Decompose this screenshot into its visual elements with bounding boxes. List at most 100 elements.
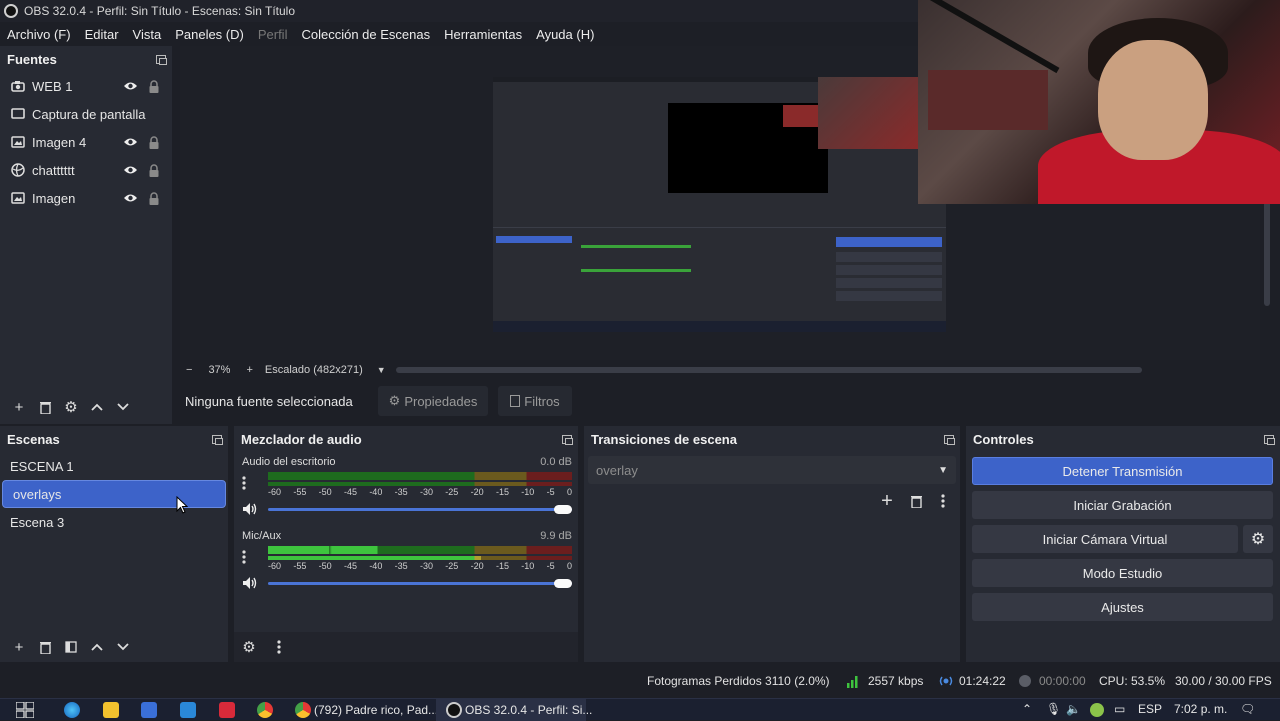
scenes-dock: Escenas ESCENA 1 overlays Escena 3 + (0, 426, 228, 662)
move-up-icon[interactable] (84, 396, 110, 418)
audio-mixer-dock: Mezclador de audio Audio del escritorio … (234, 426, 578, 662)
obs-logo-icon (4, 4, 18, 18)
move-down-icon[interactable] (110, 396, 136, 418)
source-item-imagen[interactable]: Imagen (0, 184, 172, 212)
start-recording-button[interactable]: Iniciar Grabación (972, 491, 1273, 519)
start-virtual-camera-button[interactable]: Iniciar Cámara Virtual (972, 525, 1238, 553)
undock-icon[interactable] (944, 434, 955, 445)
menu-editar[interactable]: Editar (78, 27, 126, 42)
mixer-menu-icon[interactable] (277, 640, 281, 657)
zoom-out-icon[interactable]: − (186, 364, 192, 376)
scene-move-down-icon[interactable] (110, 636, 136, 658)
virtual-camera-gear-icon[interactable]: ⚙ (1243, 525, 1273, 553)
volume-slider[interactable] (268, 582, 572, 585)
windows-taskbar: (792) Padre rico, Pad... OBS 32.0.4 - Pe… (0, 698, 1280, 721)
undock-icon[interactable] (1264, 434, 1275, 445)
chrome-window-label[interactable]: (792) Padre rico, Pad... (314, 703, 438, 717)
add-source-icon[interactable]: + (6, 396, 32, 418)
volume-slider-knob[interactable] (554, 579, 572, 588)
studio-mode-button[interactable]: Modo Estudio (972, 559, 1273, 587)
edge-icon[interactable] (64, 702, 80, 718)
undock-icon[interactable] (156, 54, 167, 65)
visibility-eye-icon[interactable] (122, 165, 138, 175)
obs-window-label[interactable]: OBS 32.0.4 - Perfil: Si... (465, 703, 592, 717)
lock-icon[interactable] (146, 191, 162, 205)
stop-streaming-button[interactable]: Detener Transmisión (972, 457, 1273, 485)
transition-select-value: overlay (596, 462, 638, 478)
mail-icon[interactable] (180, 702, 196, 718)
menu-archivo[interactable]: Archivo (F) (0, 27, 78, 42)
add-transition-icon[interactable]: + (874, 490, 900, 512)
channel-menu-icon[interactable] (242, 550, 246, 567)
chevron-down-icon: ▼ (938, 464, 948, 476)
dropped-frames: Fotogramas Perdidos 3110 (2.0%) (647, 674, 830, 688)
menu-herramientas[interactable]: Herramientas (437, 27, 529, 42)
record-indicator-icon (1019, 675, 1031, 687)
language-label[interactable]: ESP (1138, 702, 1162, 716)
filters-button[interactable]: Filtros (498, 386, 572, 416)
app-icon[interactable] (219, 702, 235, 718)
tick-label: -10 (521, 487, 535, 497)
advanced-audio-gear-icon[interactable]: ⚙ (236, 636, 262, 658)
scene-move-up-icon[interactable] (84, 636, 110, 658)
visibility-eye-icon[interactable] (122, 137, 138, 147)
undock-icon[interactable] (212, 434, 223, 445)
properties-button[interactable]: ⚙ Propiedades (378, 386, 488, 416)
controls-dock: Controles Detener Transmisión Iniciar Gr… (966, 426, 1280, 662)
source-settings-gear-icon[interactable]: ⚙ (58, 396, 84, 418)
chevron-up-icon[interactable]: ⌃ (1022, 702, 1032, 716)
scale-dropdown-icon[interactable]: ▼ (377, 365, 386, 375)
file-explorer-icon[interactable] (103, 702, 119, 718)
volume-slider-knob[interactable] (554, 505, 572, 514)
volume-icon[interactable]: 🔈 (1066, 702, 1081, 716)
menu-coleccion-escenas[interactable]: Colección de Escenas (294, 27, 437, 42)
sources-toolbar: + ⚙ (0, 392, 172, 422)
menu-perfil[interactable]: Perfil (251, 27, 295, 42)
microphone-icon[interactable]: 🎙 (1046, 702, 1061, 716)
add-scene-icon[interactable]: + (6, 636, 32, 658)
menu-ayuda[interactable]: Ayuda (H) (529, 27, 601, 42)
clock[interactable]: 7:02 p. m. (1174, 702, 1227, 716)
menu-vista[interactable]: Vista (126, 27, 169, 42)
visibility-eye-icon[interactable] (122, 193, 138, 203)
source-item-chatttttt[interactable]: chatttttt (0, 156, 172, 184)
preview-hscroll[interactable] (395, 367, 1142, 373)
lock-icon[interactable] (146, 135, 162, 149)
scene-item-selected[interactable]: overlays (2, 480, 226, 508)
channel-menu-icon[interactable] (242, 476, 246, 493)
remove-transition-icon[interactable] (903, 490, 929, 512)
tick-label: -50 (318, 487, 332, 497)
tray-app-icon[interactable] (1090, 703, 1104, 717)
store-icon[interactable] (141, 702, 157, 718)
remove-source-icon[interactable] (32, 396, 58, 418)
settings-button[interactable]: Ajustes (972, 593, 1273, 621)
scene-filters-icon[interactable] (58, 636, 84, 658)
undock-icon[interactable] (562, 434, 573, 445)
scene-item[interactable]: ESCENA 1 (0, 452, 228, 480)
source-item-web1[interactable]: WEB 1 (0, 72, 172, 100)
lock-icon[interactable] (146, 79, 162, 93)
scene-item[interactable]: Escena 3 (0, 508, 228, 536)
remove-scene-icon[interactable] (32, 636, 58, 658)
volume-slider[interactable] (268, 508, 572, 511)
source-item-imagen4[interactable]: Imagen 4 (0, 128, 172, 156)
zoom-in-icon[interactable]: + (246, 364, 252, 376)
speaker-icon[interactable] (242, 576, 258, 593)
source-name: Imagen 4 (32, 134, 87, 150)
notifications-icon[interactable]: 🗨 (1240, 702, 1255, 716)
speaker-icon[interactable] (242, 502, 258, 519)
monitor-icon (10, 106, 26, 122)
lock-icon[interactable] (146, 163, 162, 177)
transition-menu-icon[interactable] (941, 494, 945, 511)
gear-icon: ⚙ (388, 393, 401, 408)
transition-select[interactable]: overlay ▼ (588, 456, 956, 484)
network-icon[interactable]: ▭ (1114, 702, 1125, 716)
tick-label: -45 (343, 487, 357, 497)
chrome-icon[interactable] (257, 702, 273, 718)
visibility-eye-icon[interactable] (122, 81, 138, 91)
chrome-window-icon[interactable] (295, 702, 311, 718)
menu-paneles[interactable]: Paneles (D) (168, 27, 251, 42)
start-menu-icon[interactable] (15, 701, 35, 721)
sources-title: Fuentes (7, 51, 57, 67)
source-item-captura[interactable]: Captura de pantalla (0, 100, 172, 128)
